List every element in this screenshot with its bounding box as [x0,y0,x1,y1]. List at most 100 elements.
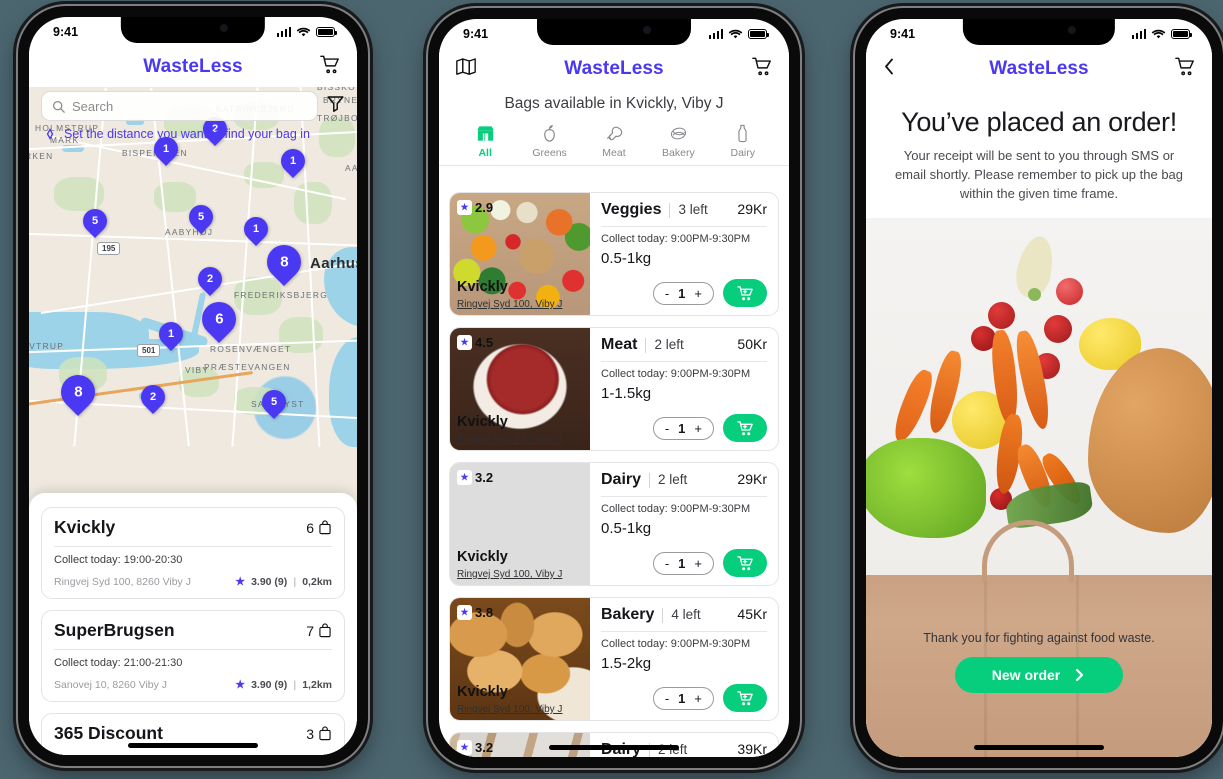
store-card[interactable]: Kvickly 6 Collect today: 19:00-20:30 Rin… [41,507,345,599]
increment-button[interactable]: + [694,691,702,706]
status-time: 9:41 [890,27,916,41]
bag-card[interactable]: ★ 4.5 Kvickly Ringvej Syd 100, Viby J Me… [449,327,779,451]
increment-button[interactable]: + [694,556,702,571]
star-icon: ★ [457,335,472,350]
quantity-stepper[interactable]: - 1 + [652,551,714,575]
bag-count-value: 7 [306,622,314,639]
decrement-button[interactable]: - [665,691,669,706]
home-indicator [549,745,679,750]
tab-label: Bakery [662,147,695,159]
add-to-cart-button[interactable] [723,414,767,442]
add-to-cart-button[interactable] [723,279,767,307]
divider [669,202,671,218]
order-confirmation: You’ve placed an order! Your receipt wil… [866,89,1212,757]
map-pin-count: 1 [252,223,260,235]
bag-left-count: 4 left [671,607,701,622]
store-icon [477,126,494,141]
map-label: RKEN [29,151,54,161]
map-pin-count: 6 [214,310,224,328]
add-to-cart-icon [736,285,753,300]
bag-count-value: 3 [306,725,314,742]
battery-icon [316,27,338,37]
map-pin[interactable]: 2 [193,262,227,296]
add-to-cart-icon [736,420,753,435]
quantity-stepper[interactable]: - 1 + [652,686,714,710]
map-label: PRÆSTEVANGEN [204,362,291,372]
back-button[interactable] [882,57,896,82]
store-card-header: 365 Discount 3 [54,723,332,744]
home-indicator [128,743,258,748]
bag-thumbnail: ★ 2.9 Kvickly Ringvej Syd 100, Viby J [450,193,590,315]
tab-label: Dairy [730,147,755,159]
distance-setting-link[interactable]: Set the distance you want to find your b… [43,127,310,141]
shopping-cart-icon[interactable] [1174,57,1196,82]
quantity-value: 1 [678,285,686,301]
bag-title-row: Meat 2 left 50Kr [601,336,767,354]
add-to-cart-button[interactable] [723,684,767,712]
quantity-value: 1 [678,690,686,706]
status-time: 9:41 [53,25,79,39]
add-to-cart-button[interactable] [723,549,767,577]
star-icon: ★ [457,605,472,620]
map-pin-count: 5 [91,215,99,227]
tab-meat[interactable]: Meat [585,123,643,159]
new-order-button[interactable]: New order [955,657,1123,693]
tab-greens[interactable]: Greens [521,123,579,159]
star-icon: ★ [457,470,472,485]
app-title: WasteLess [564,58,664,79]
increment-button[interactable]: + [694,421,702,436]
store-card[interactable]: 365 Discount 3 [41,713,345,755]
bag-details: Dairy 2 left 29Kr Collect today: 9:00PM-… [590,463,778,585]
quantity-value: 1 [678,555,686,571]
phone-notch [537,19,691,45]
decrement-button[interactable]: - [665,421,669,436]
bag-actions: - 1 + [601,414,767,442]
tab-dairy[interactable]: Dairy [714,123,772,159]
map-icon[interactable] [455,57,477,81]
distance-setting-label: Set the distance you want to find your b… [64,127,310,141]
decrement-button[interactable]: - [665,556,669,571]
status-indicators [276,27,338,38]
phone-notch [120,17,266,43]
screenshot-stage: 9:41 WasteLess HOLMSTRUP MARK TRØJBO KEN… [0,0,1223,779]
map-city-label: Aarhus [310,255,357,272]
page-subtitle: Bags available in Kvickly, Viby J [504,95,724,112]
bag-store-address: Ringvej Syd 100, Viby J [457,299,563,310]
divider [54,649,332,650]
bag-thumbnail: ★ 3.2 Kvickly Ringvej Syd 100, Viby J [450,463,590,585]
front-camera-icon [1067,26,1076,34]
tab-all[interactable]: All [456,123,514,159]
bag-card[interactable]: ★ 3.8 Kvickly Ringvej Syd 100, Viby J Ba… [449,597,779,721]
chevron-left-icon [885,58,893,75]
store-name: SuperBrugsen [54,620,175,640]
increment-button[interactable]: + [694,286,702,301]
quantity-stepper[interactable]: - 1 + [652,416,714,440]
veg-tomato [1044,314,1072,343]
add-to-cart-icon [736,690,753,705]
bag-card[interactable]: ★ 3.2 Kvickly Ringvej Syd 100, Viby J Da… [449,462,779,586]
store-list-sheet[interactable]: Kvickly 6 Collect today: 19:00-20:30 Rin… [29,493,357,755]
app-header-1: WasteLess [29,47,357,87]
bag-card[interactable]: ★ 2.9 Kvickly Ringvej Syd 100, Viby J Ve… [449,192,779,316]
bag-name: Veggies [601,201,662,218]
map-park [319,117,355,157]
decrement-button[interactable]: - [665,286,669,301]
quantity-stepper[interactable]: - 1 + [652,281,714,305]
store-collect-time: Collect today: 21:00-21:30 [54,657,183,669]
cellular-signal-icon [1131,29,1146,39]
home-indicator [974,745,1104,750]
filter-icon[interactable] [326,94,345,118]
search-input[interactable]: Search [41,91,318,121]
bag-list[interactable]: ★ 2.9 Kvickly Ringvej Syd 100, Viby J Ve… [439,186,789,757]
battery-icon [748,29,770,39]
shopping-cart-icon[interactable] [319,55,341,80]
phone-notch [962,19,1116,45]
store-card[interactable]: SuperBrugsen 7 Collect today: 21:00-21:3… [41,610,345,702]
shopping-cart-icon[interactable] [751,57,773,82]
store-rating: 3.90 (9) [251,678,288,691]
tab-bakery[interactable]: Bakery [649,123,707,159]
store-bag-count: 6 [306,520,332,536]
app-header-3: WasteLess [866,49,1212,89]
bag-rating: ★ 3.8 [457,605,493,620]
status-indicators [1131,29,1193,40]
